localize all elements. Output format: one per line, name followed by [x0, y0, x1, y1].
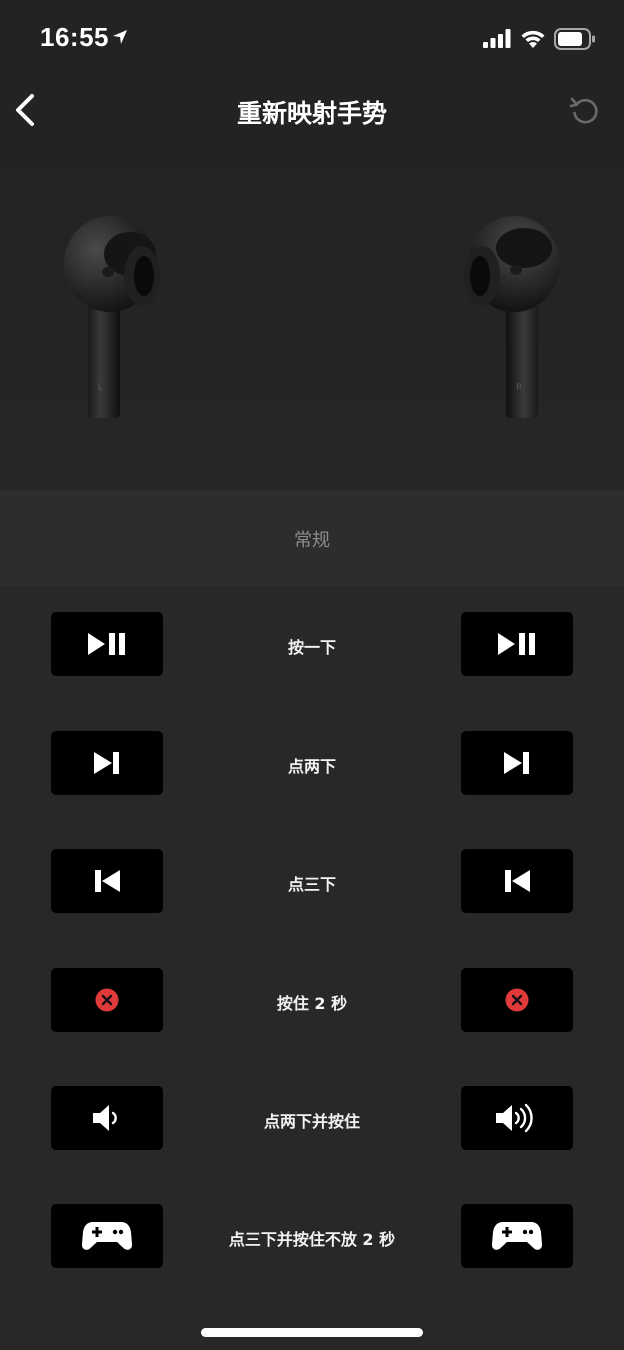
gesture-row-double-tap-hold: 点两下并按住	[0, 1086, 624, 1150]
right-disabled-button[interactable]	[461, 968, 573, 1032]
volume-up-icon	[496, 1103, 533, 1133]
gesture-list: 按一下 点两下 点三下 按住 2 秒 点两下并按住 点三下并按住不放 2 秒	[0, 586, 624, 1350]
gesture-label: 点三下	[287, 875, 336, 894]
right-play-pause-button[interactable]	[461, 612, 573, 676]
next-track-icon	[94, 752, 119, 774]
left-volume-down-button[interactable]	[51, 1086, 163, 1150]
location-arrow-icon	[113, 30, 127, 44]
gesture-row-hold-2s: 按住 2 秒	[0, 968, 624, 1032]
play-pause-icon	[88, 633, 125, 655]
play-pause-icon	[498, 633, 535, 655]
nav-bar: 重新映射手势	[0, 80, 624, 144]
reset-icon[interactable]	[568, 94, 602, 128]
battery-icon	[554, 28, 595, 50]
status-time: 16:55	[40, 22, 109, 52]
home-indicator[interactable]	[201, 1328, 423, 1337]
gesture-label: 点两下	[287, 757, 336, 776]
section-header: 常规	[0, 490, 624, 586]
previous-track-icon	[505, 870, 530, 892]
gesture-row-double-tap: 点两下	[0, 731, 624, 795]
right-previous-track-button[interactable]	[461, 849, 573, 913]
left-next-track-button[interactable]	[51, 731, 163, 795]
gesture-label: 点两下并按住	[263, 1112, 360, 1131]
disabled-x-icon	[95, 988, 119, 1012]
right-volume-up-button[interactable]	[461, 1086, 573, 1150]
svg-text:R: R	[516, 383, 522, 393]
cellular-signal-icon	[483, 29, 511, 48]
gamepad-icon	[491, 1222, 543, 1250]
status-bar: 16:55	[0, 0, 624, 80]
gesture-row-triple-tap-hold: 点三下并按住不放 2 秒	[0, 1204, 624, 1268]
earbuds-hero: L R	[0, 144, 624, 490]
left-previous-track-button[interactable]	[51, 849, 163, 913]
left-gaming-mode-button[interactable]	[51, 1204, 163, 1268]
gesture-row-single-press: 按一下	[0, 612, 624, 676]
gesture-label: 按一下	[287, 638, 336, 657]
volume-down-icon	[93, 1105, 117, 1131]
section-label: 常规	[294, 530, 330, 551]
svg-text:L: L	[98, 383, 103, 393]
gamepad-icon	[81, 1222, 133, 1250]
disabled-x-icon	[505, 988, 529, 1012]
right-earbud-image: R	[464, 216, 560, 418]
left-earbud-image: L	[64, 216, 160, 418]
gesture-label: 点三下并按住不放 2 秒	[228, 1230, 396, 1249]
gesture-row-triple-tap: 点三下	[0, 849, 624, 913]
next-track-icon	[504, 752, 529, 774]
right-next-track-button[interactable]	[461, 731, 573, 795]
wifi-icon	[521, 30, 545, 48]
left-disabled-button[interactable]	[51, 968, 163, 1032]
left-play-pause-button[interactable]	[51, 612, 163, 676]
page-title: 重新映射手势	[236, 99, 387, 128]
gesture-label: 按住 2 秒	[276, 994, 348, 1013]
right-gaming-mode-button[interactable]	[461, 1204, 573, 1268]
previous-track-icon	[95, 870, 120, 892]
